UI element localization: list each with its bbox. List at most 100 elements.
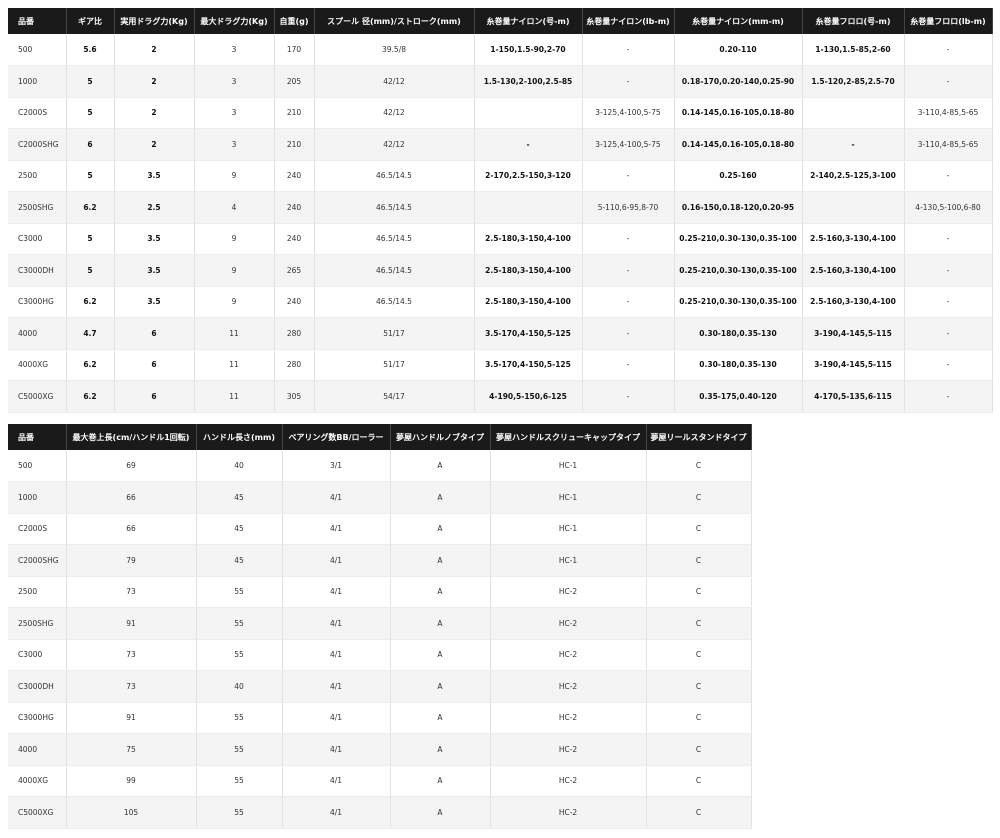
model-cell: 1000 bbox=[8, 65, 67, 98]
table-cell: 1.5-120,2-85,2.5-70 bbox=[802, 65, 905, 98]
table-cell: C bbox=[646, 576, 752, 608]
table-cell: 0.20-110 bbox=[674, 34, 803, 66]
table-cell bbox=[474, 97, 583, 129]
table-row: C3000DH 73 40 4/1 A HC-2 C bbox=[8, 670, 752, 703]
table-cell: 2-140,2.5-125,3-100 bbox=[802, 160, 905, 192]
column-header-model: 品番 bbox=[8, 8, 67, 34]
table-cell: - bbox=[904, 160, 993, 192]
table-cell: - bbox=[582, 160, 675, 192]
table-cell: 265 bbox=[274, 254, 315, 287]
table-cell: 4/1 bbox=[282, 481, 391, 514]
table-cell: - bbox=[474, 128, 583, 161]
table-cell: 55 bbox=[196, 576, 283, 608]
table-cell: 3-110,4-85,5-65 bbox=[904, 128, 993, 161]
table-cell: C bbox=[646, 796, 752, 829]
table-cell: - bbox=[582, 34, 675, 66]
table-cell: HC-1 bbox=[490, 481, 647, 514]
table-cell: 45 bbox=[196, 544, 283, 577]
table-cell: C bbox=[646, 513, 752, 545]
column-header-max-drag: 最大ドラグ力(Kg) bbox=[194, 8, 275, 34]
model-cell: 4000XG bbox=[8, 349, 67, 381]
table-cell: HC-2 bbox=[490, 670, 647, 703]
table-cell: C bbox=[646, 481, 752, 514]
model-cell: 4000 bbox=[8, 733, 67, 766]
table-row: C2000SHG 6 2 3 210 42/12-3-125,4-100,5-75 0.14… bbox=[8, 128, 993, 161]
table-cell: 2-170,2.5-150,3-120 bbox=[474, 160, 583, 192]
table-cell: - bbox=[904, 65, 993, 98]
table-cell: - bbox=[802, 128, 905, 161]
table-cell: - bbox=[904, 34, 993, 66]
table-cell: A bbox=[390, 481, 491, 514]
table-cell: 3-125,4-100,5-75 bbox=[582, 97, 675, 129]
table-cell: 4-130,5-100,6-80 bbox=[904, 191, 993, 224]
table-cell: 2.5-160,3-130,4-100 bbox=[802, 254, 905, 287]
table-cell: 5 bbox=[66, 160, 115, 192]
table-cell: 73 bbox=[66, 639, 197, 671]
table-cell: 4/1 bbox=[282, 702, 391, 734]
table-cell: 2 bbox=[114, 34, 195, 66]
model-cell: C5000XG bbox=[8, 796, 67, 829]
table-cell: 240 bbox=[274, 286, 315, 318]
table-cell: C bbox=[646, 607, 752, 640]
model-cell: 2500 bbox=[8, 576, 67, 608]
table-cell: - bbox=[904, 254, 993, 287]
table-row: 2500SHG 6.2 2.5 4 240 46.5/14.5 5-110,6-95,8-7… bbox=[8, 191, 993, 224]
table-cell: - bbox=[904, 317, 993, 350]
table-cell: 46.5/14.5 bbox=[314, 286, 475, 318]
model-cell: C3000 bbox=[8, 639, 67, 671]
table-row: C5000XG 6.2 6 11 305 54/17 4-190,5-150,6-125-0… bbox=[8, 380, 993, 413]
table-cell: 0.14-145,0.16-105,0.18-80 bbox=[674, 97, 803, 129]
table-cell: HC-2 bbox=[490, 702, 647, 734]
table-row: 1000 66 45 4/1 A HC-1 C bbox=[8, 481, 752, 514]
table-cell: 69 bbox=[66, 450, 197, 482]
table-cell: 1.5-130,2-100,2.5-85 bbox=[474, 65, 583, 98]
table-cell: 11 bbox=[194, 317, 275, 350]
model-cell: 4000XG bbox=[8, 765, 67, 797]
table-cell: 2.5-180,3-150,4-100 bbox=[474, 286, 583, 318]
table-cell: 210 bbox=[274, 97, 315, 129]
table-row: 500 69 40 3/1 A HC-1 C bbox=[8, 450, 752, 482]
table-cell: A bbox=[390, 765, 491, 797]
table-cell: 3 bbox=[194, 97, 275, 129]
table-cell: 3/1 bbox=[282, 450, 391, 482]
table-cell: 3-110,4-85,5-65 bbox=[904, 97, 993, 129]
table-cell: 3 bbox=[194, 34, 275, 66]
table-cell: 0.25-210,0.30-130,0.35-100 bbox=[674, 286, 803, 318]
table-cell: 2.5-180,3-150,4-100 bbox=[474, 223, 583, 255]
column-header-model: 品番 bbox=[8, 424, 67, 450]
table-cell: 55 bbox=[196, 702, 283, 734]
table-cell: - bbox=[904, 286, 993, 318]
table-cell: 46.5/14.5 bbox=[314, 160, 475, 192]
table-cell: 4/1 bbox=[282, 544, 391, 577]
table-cell: 4-170,5-135,6-115 bbox=[802, 380, 905, 413]
table-cell: 4/1 bbox=[282, 639, 391, 671]
table-cell: - bbox=[582, 380, 675, 413]
model-cell: C2000S bbox=[8, 97, 67, 129]
table-cell: 170 bbox=[274, 34, 315, 66]
table-cell: 45 bbox=[196, 513, 283, 545]
table-cell: 4-190,5-150,6-125 bbox=[474, 380, 583, 413]
table-cell: 4/1 bbox=[282, 607, 391, 640]
model-cell: 4000 bbox=[8, 317, 67, 350]
column-header-knob-type: 夢屋ハンドルノブタイプ bbox=[390, 424, 491, 450]
table-cell: 42/12 bbox=[314, 65, 475, 98]
column-header-gear-ratio: ギア比 bbox=[66, 8, 115, 34]
table-cell: 73 bbox=[66, 576, 197, 608]
table-cell: A bbox=[390, 733, 491, 766]
table-cell: 11 bbox=[194, 380, 275, 413]
table-cell: 0.25-210,0.30-130,0.35-100 bbox=[674, 223, 803, 255]
table-cell: A bbox=[390, 513, 491, 545]
table-row: C3000HG 91 55 4/1 A HC-2 C bbox=[8, 702, 752, 734]
column-header-nylon-mm: 糸巻量ナイロン(mm-m) bbox=[674, 8, 803, 34]
table-cell: A bbox=[390, 639, 491, 671]
model-cell: C2000SHG bbox=[8, 128, 67, 161]
column-header-screw-cap-type: 夢屋ハンドルスクリューキャップタイプ bbox=[490, 424, 647, 450]
table-cell: 6.2 bbox=[66, 286, 115, 318]
column-header-nylon-lb: 糸巻量ナイロン(lb-m) bbox=[582, 8, 675, 34]
table-cell: 5 bbox=[66, 97, 115, 129]
table-cell: HC-2 bbox=[490, 576, 647, 608]
model-cell: 500 bbox=[8, 450, 67, 482]
table-cell: A bbox=[390, 576, 491, 608]
table-cell: 3 bbox=[194, 128, 275, 161]
table-cell: 91 bbox=[66, 607, 197, 640]
